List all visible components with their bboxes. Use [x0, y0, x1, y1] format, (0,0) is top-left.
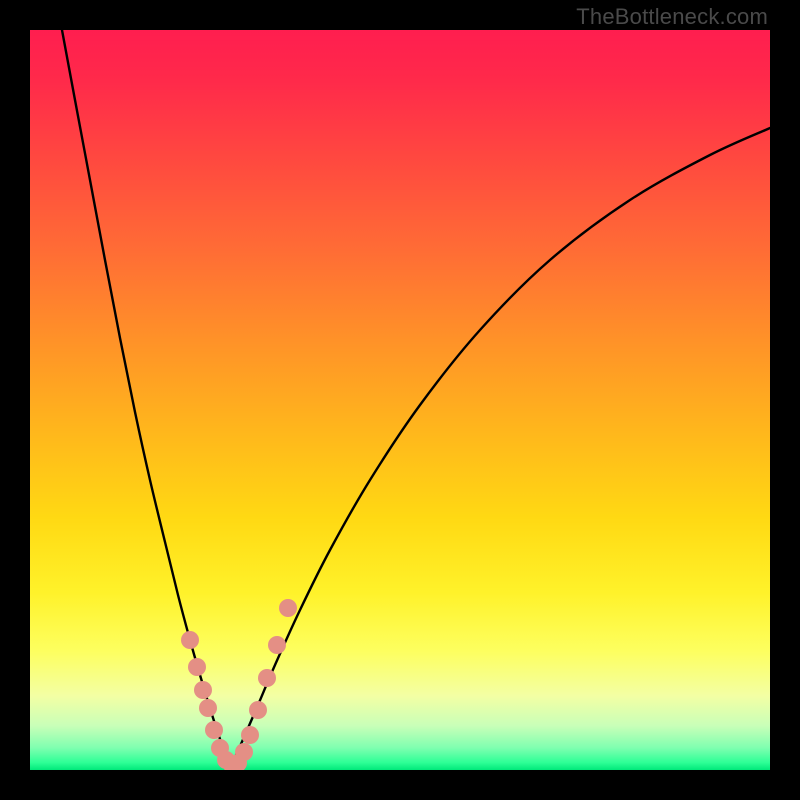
chart-frame: TheBottleneck.com [0, 0, 800, 800]
curve-dot [241, 726, 259, 744]
curve-right [230, 128, 770, 766]
curve-dot [268, 636, 286, 654]
watermark-text: TheBottleneck.com [576, 4, 768, 30]
curve-dot [188, 658, 206, 676]
curve-dots [181, 599, 297, 770]
curve-dot [279, 599, 297, 617]
curve-dot [194, 681, 212, 699]
curve-dot [258, 669, 276, 687]
bottleneck-curve [62, 30, 770, 766]
curve-dot [199, 699, 217, 717]
plot-area [30, 30, 770, 770]
curve-left [62, 30, 230, 766]
curve-dot [249, 701, 267, 719]
chart-svg [30, 30, 770, 770]
curve-dot [235, 743, 253, 761]
curve-dot [205, 721, 223, 739]
curve-dot [181, 631, 199, 649]
